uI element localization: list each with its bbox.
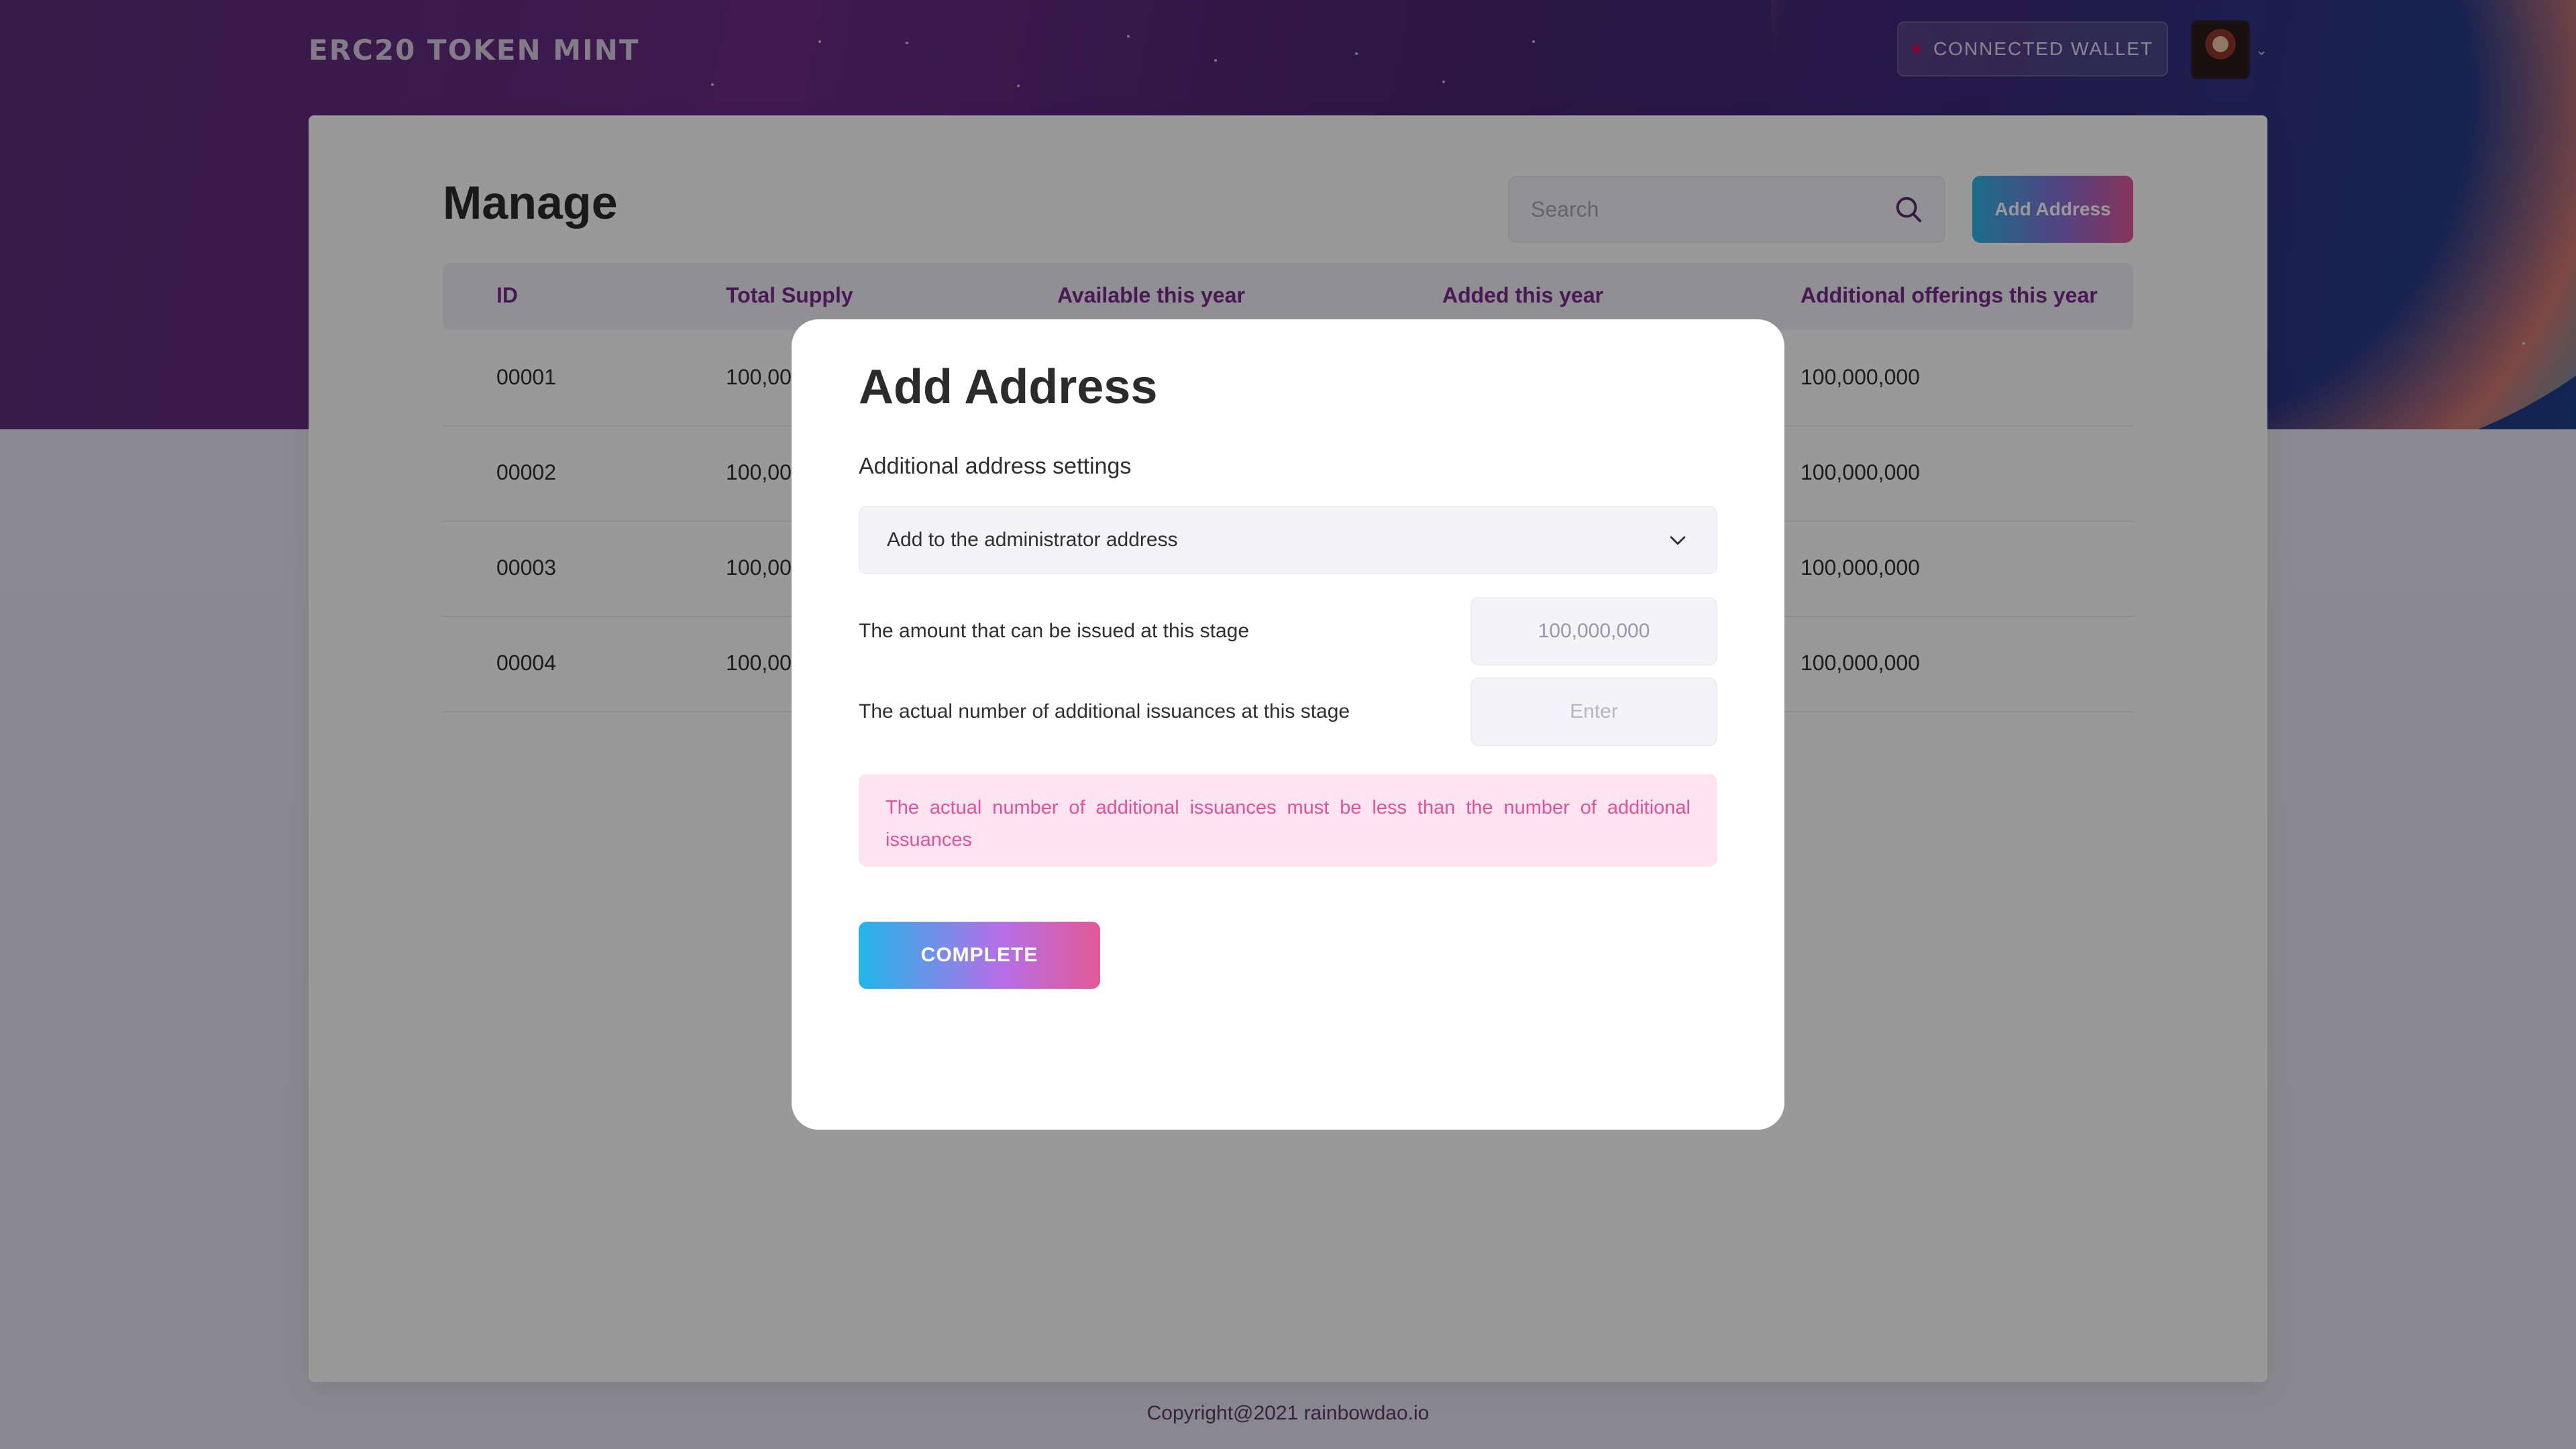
complete-button[interactable]: COMPLETE <box>859 922 1100 989</box>
chevron-down-icon[interactable] <box>1666 529 1689 551</box>
error-message: The actual number of additional issuance… <box>859 774 1717 867</box>
modal-title: Add Address <box>859 360 1158 414</box>
actual-issuances-label: The actual number of additional issuance… <box>859 700 1350 722</box>
add-address-modal: Add Address Additional address settings … <box>792 319 1784 1130</box>
address-type-select[interactable]: Add to the administrator address <box>859 506 1717 574</box>
amount-issuable-field[interactable] <box>1470 597 1717 665</box>
amount-issuable-label: The amount that can be issued at this st… <box>859 620 1250 642</box>
modal-subtitle: Additional address settings <box>859 453 1132 479</box>
select-value: Add to the administrator address <box>887 529 1178 551</box>
actual-issuances-input[interactable] <box>1470 678 1717 746</box>
